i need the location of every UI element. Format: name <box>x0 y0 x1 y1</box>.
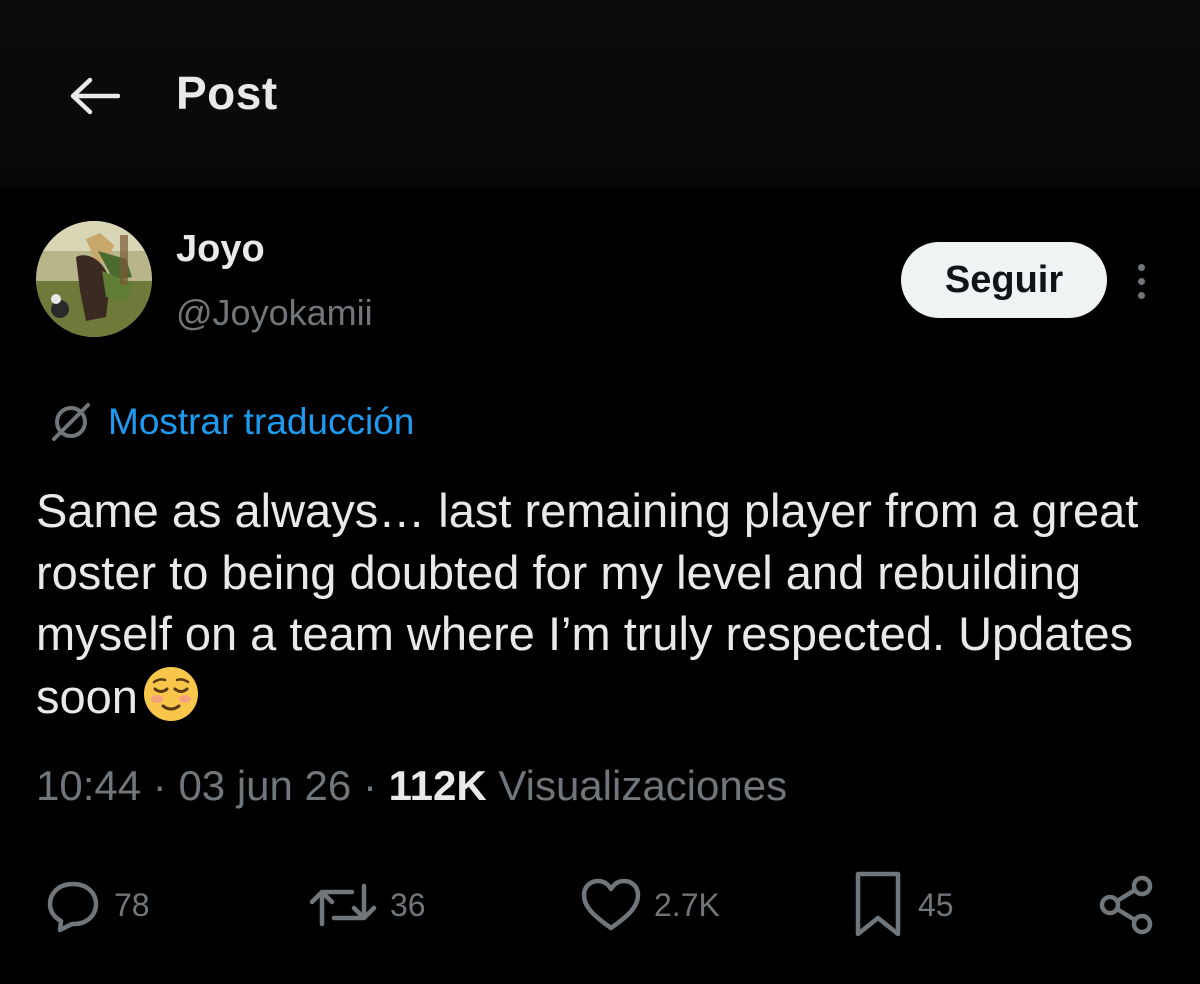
author-display-name[interactable]: Joyo <box>176 228 265 271</box>
more-dot-icon <box>1137 277 1145 285</box>
like-count: 2.7K <box>654 886 720 923</box>
back-button[interactable] <box>62 66 126 126</box>
meta-separator: · <box>362 762 389 809</box>
repost-button[interactable]: 36 <box>308 860 426 950</box>
avatar-image <box>36 221 152 337</box>
relieved-face-emoji <box>142 665 200 723</box>
repost-icon <box>309 883 377 927</box>
follow-button[interactable]: Seguir <box>901 242 1107 318</box>
post-time[interactable]: 10:44 <box>36 762 141 809</box>
bookmark-count: 45 <box>918 886 954 923</box>
post-date[interactable]: 03 jun 26 <box>178 762 351 809</box>
author-handle[interactable]: @Joyokamii <box>176 292 373 334</box>
post-text: Same as always… last remaining player fr… <box>36 480 1176 727</box>
like-button[interactable]: 2.7K <box>580 860 720 950</box>
show-translation-label: Mostrar traducción <box>108 401 415 442</box>
reply-count: 78 <box>114 886 150 923</box>
share-icon <box>1099 875 1153 935</box>
bookmark-icon <box>855 871 901 937</box>
action-bar: 78 36 2.7K 45 <box>0 860 1200 950</box>
more-dot-icon <box>1137 263 1145 271</box>
views-count: 112K <box>388 762 487 809</box>
globe-slash-icon <box>52 403 90 441</box>
show-translation-link[interactable]: Mostrar traducción <box>48 396 414 448</box>
share-button[interactable] <box>1096 860 1158 950</box>
repost-count: 36 <box>390 886 426 923</box>
post-body: Same as always… last remaining player fr… <box>36 484 1139 723</box>
meta-separator: · <box>152 762 179 809</box>
avatar[interactable] <box>36 221 152 337</box>
heart-icon <box>581 878 641 931</box>
reply-icon <box>47 881 99 933</box>
arrow-left-icon <box>70 77 120 115</box>
bookmark-button[interactable]: 45 <box>850 860 954 950</box>
post-meta: 10:44 · 03 jun 26 · 112K Visualizaciones <box>36 762 787 810</box>
views-label: Visualizaciones <box>498 762 788 809</box>
page-title: Post <box>176 67 278 119</box>
more-dot-icon <box>1137 291 1145 299</box>
top-bar: Post <box>0 0 1200 188</box>
more-options-button[interactable] <box>1124 256 1158 306</box>
reply-button[interactable]: 78 <box>44 860 150 950</box>
